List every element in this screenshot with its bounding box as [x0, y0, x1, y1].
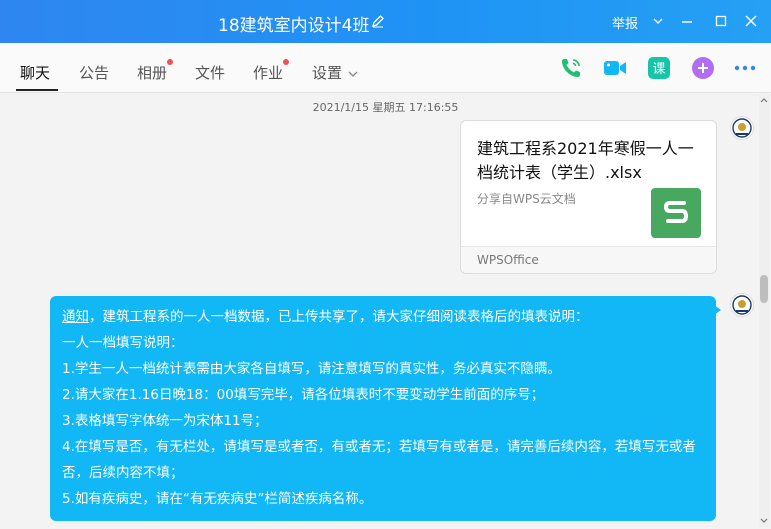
wps-logo-icon	[651, 188, 701, 238]
tab-settings[interactable]: 设置	[312, 62, 358, 83]
close-icon[interactable]	[744, 14, 758, 28]
tab-chat[interactable]: 聊天	[20, 62, 50, 83]
edit-icon[interactable]	[371, 14, 385, 28]
message-line: 4.在填写是否，有无栏处，请填写是或者否，有或者无；若填写有或者是，请完善后续内…	[62, 439, 696, 481]
active-tab-indicator	[16, 89, 58, 91]
badge-dot	[283, 59, 290, 65]
file-source: 分享自WPS云文档	[477, 192, 576, 206]
tab-label: 设置	[312, 64, 343, 82]
tab-label: 作业	[253, 64, 284, 82]
tab-label: 相册	[137, 64, 168, 82]
add-app-icon[interactable]	[691, 56, 715, 80]
minimize-icon[interactable]	[680, 14, 694, 28]
bubble-tail	[714, 305, 721, 315]
maximize-icon[interactable]	[714, 14, 728, 28]
message-line: 通知，建筑工程系的一人一档数据，已上传共享了，请大家仔细阅读表格后的填表说明：	[62, 304, 706, 330]
avatar[interactable]	[730, 116, 754, 140]
scroll-down-icon[interactable]	[760, 518, 768, 524]
chevron-down-icon[interactable]	[652, 16, 664, 26]
message-text: ，建筑工程系的一人一档数据，已上传共享了，请大家仔细阅读表格后的填表说明：	[89, 309, 589, 325]
notice-link[interactable]: 通知	[62, 309, 89, 325]
tab-label: 文件	[195, 64, 226, 82]
scroll-up-icon[interactable]	[760, 97, 768, 103]
chat-scrollbar[interactable]	[759, 95, 769, 527]
svg-text:课: 课	[652, 62, 665, 77]
tab-label: 公告	[79, 64, 110, 82]
chevron-down-icon	[348, 71, 358, 77]
phone-icon[interactable]	[559, 56, 583, 80]
tab-files[interactable]: 文件	[195, 62, 225, 83]
message-line: 一人一档填写说明：	[62, 335, 184, 351]
file-card[interactable]: 建筑工程系2021年寒假一人一档统计表（学生）.xlsx 分享自WPS云文档 W…	[460, 120, 717, 274]
avatar[interactable]	[730, 293, 754, 317]
chat-area: 2021/1/15 星期五 17:16:55 建筑工程系2021年寒假一人一档统…	[0, 93, 771, 529]
more-icon[interactable]	[733, 56, 757, 80]
badge-dot	[167, 59, 174, 65]
message-bubble[interactable]: 通知，建筑工程系的一人一档数据，已上传共享了，请大家仔细阅读表格后的填表说明： …	[50, 296, 716, 521]
message-line: 3.表格填写字体统一为宋体11号；	[62, 413, 268, 429]
file-app-name: WPSOffice	[477, 253, 539, 267]
window-title: 18建筑室内设计4班	[218, 16, 370, 36]
message-line: 1.学生一人一档统计表需由大家各自填写，请注意填写的真实性，务必真实不隐瞒。	[62, 361, 561, 377]
tab-album[interactable]: 相册	[137, 59, 174, 83]
file-card-footer: WPSOffice	[461, 246, 716, 273]
video-icon[interactable]	[602, 56, 628, 80]
tab-homework[interactable]: 作业	[253, 59, 290, 83]
tab-label: 聊天	[20, 64, 51, 82]
school-logo-icon	[732, 118, 752, 138]
message-line: 2.请大家在1.16日晚18：00填写完毕，请各位填表时不要变动学生前面的序号；	[62, 387, 545, 403]
message-timestamp: 2021/1/15 星期五 17:16:55	[312, 101, 459, 114]
title-bar: 18建筑室内设计4班 举报	[0, 0, 771, 43]
file-name: 建筑工程系2021年寒假一人一档统计表（学生）.xlsx	[477, 139, 694, 182]
course-icon[interactable]: 课	[647, 56, 671, 80]
scroll-thumb[interactable]	[760, 275, 768, 303]
report-link[interactable]: 举报	[612, 13, 638, 32]
school-logo-icon	[732, 295, 752, 315]
tab-announcement[interactable]: 公告	[79, 62, 109, 83]
tab-bar: 聊天 公告 相册 文件 作业 设置 课	[0, 43, 771, 93]
message-line: 5.如有疾病史，请在“有无疾病史”栏简述疾病名称。	[62, 491, 373, 507]
